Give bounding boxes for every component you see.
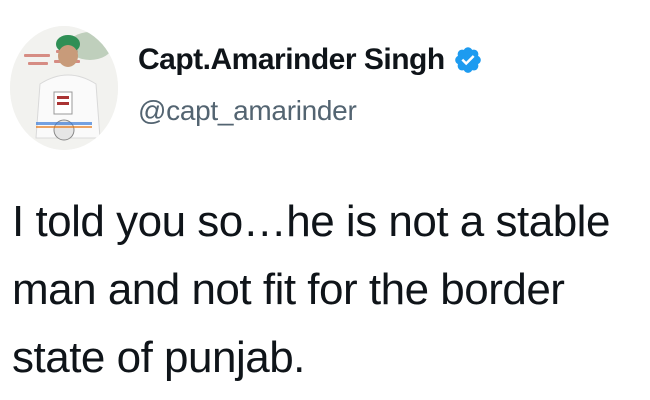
tweet-text-line: state of punjab.	[12, 333, 305, 382]
tweet-text: I told you so…he is not a stable man and…	[12, 188, 650, 392]
display-name[interactable]: Capt.Amarinder Singh	[138, 43, 445, 77]
profile-avatar-icon	[10, 26, 118, 150]
tweet-card: Capt.Amarinder Singh @capt_amarinder I t…	[0, 0, 650, 400]
author-name-row: Capt.Amarinder Singh	[138, 38, 483, 82]
tweet-text-line: I told you so…he is not a stable	[12, 197, 610, 246]
user-handle[interactable]: @capt_amarinder	[138, 95, 357, 127]
verified-badge-icon[interactable]	[453, 45, 483, 75]
tweet-text-line: man and not fit for the border	[12, 265, 565, 314]
profile-avatar[interactable]	[10, 26, 118, 150]
